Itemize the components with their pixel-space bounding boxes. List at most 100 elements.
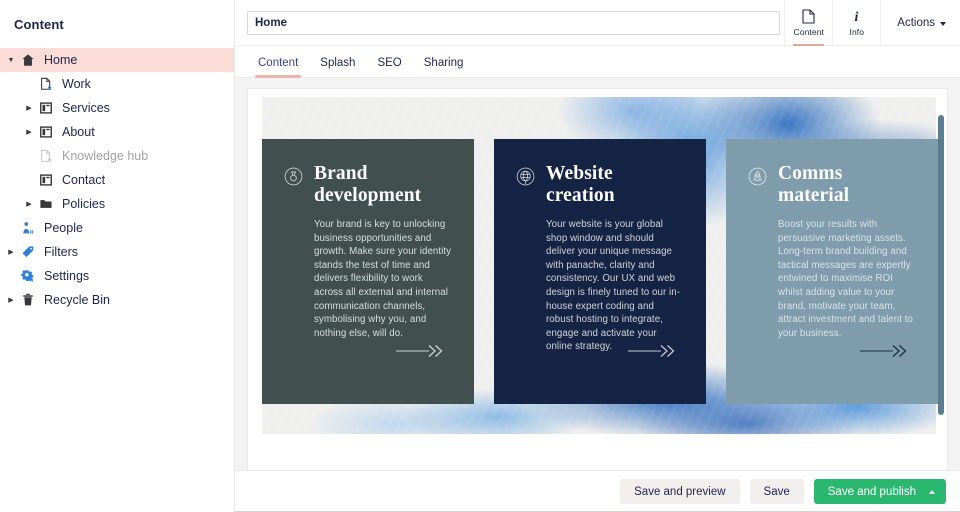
caret-placeholder: ▶ — [22, 177, 36, 184]
app-tab-info[interactable]: i Info — [832, 0, 880, 46]
card-title: Website creation — [546, 163, 684, 207]
topbar-right-group: Content i Info Actions — [784, 0, 960, 46]
page-icon-wrap — [36, 125, 56, 139]
chevron-up-icon — [929, 490, 935, 494]
sidebar-item-label: People — [44, 221, 83, 235]
sidebar-header-label: Content — [14, 17, 64, 32]
sidebar-item-policies[interactable]: ▶ Policies — [0, 192, 234, 216]
card-arrow-wrap[interactable] — [396, 344, 452, 358]
caret-right-icon[interactable]: ▶ — [22, 129, 36, 136]
document-icon — [802, 9, 815, 24]
page-icon — [39, 125, 53, 139]
caret-right-icon[interactable]: ▶ — [4, 249, 18, 256]
sidebar-item-knowledge-hub[interactable]: ▶ Knowledge hub — [0, 144, 234, 168]
sidebar-item-about[interactable]: ▶ About — [0, 120, 234, 144]
sidebar-item-label: Knowledge hub — [62, 149, 148, 163]
page-icon — [39, 101, 53, 115]
card-header: Comms material — [748, 163, 916, 207]
sidebar-item-label: Services — [62, 101, 110, 115]
app-tab-content[interactable]: Content — [784, 0, 832, 46]
caret-placeholder: ▶ — [22, 153, 36, 160]
sidebar-item-label: Settings — [44, 269, 89, 283]
card-header: Website creation — [516, 163, 684, 207]
app-tab-content-label: Content — [794, 27, 824, 37]
sidebar-item-label: Policies — [62, 197, 105, 211]
page-icon-wrap — [36, 101, 56, 115]
caret-placeholder: ▶ — [4, 273, 18, 280]
home-icon-wrap — [18, 53, 38, 67]
trash-icon — [21, 293, 35, 307]
tag-icon-wrap — [18, 245, 38, 259]
card-icon-wrap — [284, 167, 303, 186]
service-card-list: Brand developmentYour brand is key to un… — [262, 139, 938, 404]
sidebar-item-label: Home — [44, 53, 77, 67]
rocket-icon — [748, 167, 767, 186]
preview-canvas: Brand developmentYour brand is key to un… — [247, 88, 948, 470]
tab-label: Content — [258, 57, 298, 69]
tab-sharing[interactable]: Sharing — [413, 57, 475, 77]
card-body-text: Boost your results with persuasive marke… — [778, 218, 916, 340]
card-icon-wrap — [748, 167, 767, 186]
sidebar-item-people[interactable]: ▶ People — [0, 216, 234, 240]
tab-label: Splash — [320, 57, 355, 69]
globe-icon — [516, 167, 535, 186]
save-button[interactable]: Save — [750, 479, 804, 504]
content-tree: ▼ Home▶ Work▶ Services▶ About▶ Kno — [0, 48, 234, 312]
tab-label: Sharing — [424, 57, 464, 69]
sidebar-item-label: Work — [62, 77, 91, 91]
caret-right-icon[interactable]: ▶ — [4, 297, 18, 304]
sidebar-item-home[interactable]: ▼ Home — [0, 48, 234, 72]
canvas-vertical-scrollbar[interactable] — [938, 115, 944, 415]
sidebar-item-label: Contact — [62, 173, 105, 187]
sidebar-item-label: About — [62, 125, 95, 139]
chevron-down-icon — [940, 22, 946, 26]
tab-label: SEO — [377, 57, 401, 69]
arrow-right-chevrons-icon — [396, 344, 452, 358]
editor-topbar: Content i Info Actions — [235, 0, 960, 46]
people-icon — [21, 221, 35, 235]
actions-menu-label: Actions — [897, 17, 935, 29]
save-and-publish-button[interactable]: Save and publish — [814, 479, 946, 504]
arrow-right-chevrons-icon — [628, 344, 684, 358]
service-card[interactable]: Comms material Boost your results with pe… — [726, 139, 938, 404]
page-icon-wrap — [36, 173, 56, 187]
home-icon — [21, 53, 35, 67]
service-card[interactable]: Website creation Your website is your glo… — [494, 139, 706, 404]
node-name-input[interactable] — [247, 11, 780, 35]
page-icon — [39, 173, 53, 187]
card-body-text: Your website is your global shop window … — [546, 218, 684, 354]
save-and-preview-button[interactable]: Save and preview — [620, 479, 739, 504]
caret-down-icon[interactable]: ▼ — [4, 57, 18, 64]
folder-icon-wrap — [36, 197, 56, 211]
tab-seo[interactable]: SEO — [366, 57, 412, 77]
caret-placeholder: ▶ — [22, 81, 36, 88]
card-title: Comms material — [778, 163, 916, 207]
content-tree-sidebar: Content ▼ Home▶ Work▶ Services▶ About▶ — [0, 0, 235, 512]
editor-footer: Save and preview Save Save and publish — [235, 470, 960, 512]
caret-right-icon[interactable]: ▶ — [22, 105, 36, 112]
sidebar-item-contact[interactable]: ▶ Contact — [0, 168, 234, 192]
card-icon-wrap — [516, 167, 535, 186]
actions-menu-button[interactable]: Actions — [880, 0, 960, 46]
sidebar-item-services[interactable]: ▶ Services — [0, 96, 234, 120]
tab-splash[interactable]: Splash — [309, 57, 366, 77]
sidebar-item-recycle-bin[interactable]: ▶ Recycle Bin — [0, 288, 234, 312]
app-tab-info-label: Info — [849, 27, 864, 37]
card-arrow-wrap[interactable] — [860, 344, 916, 358]
card-body-text: Your brand is key to unlocking business … — [314, 218, 452, 340]
gear-icon — [21, 269, 35, 283]
info-icon: i — [850, 9, 863, 24]
tab-content[interactable]: Content — [247, 57, 309, 77]
arrow-right-chevrons-icon — [860, 344, 916, 358]
caret-right-icon[interactable]: ▶ — [22, 201, 36, 208]
document-icon-wrap — [36, 149, 56, 163]
sidebar-item-filters[interactable]: ▶ Filters — [0, 240, 234, 264]
service-card[interactable]: Brand developmentYour brand is key to un… — [262, 139, 474, 404]
editor-tabbar: Content Splash SEO Sharing — [235, 46, 960, 78]
sidebar-item-settings[interactable]: ▶ Settings — [0, 264, 234, 288]
people-icon-wrap — [18, 221, 38, 235]
svg-text:i: i — [855, 10, 859, 24]
card-arrow-wrap[interactable] — [628, 344, 684, 358]
sidebar-item-label: Recycle Bin — [44, 293, 110, 307]
sidebar-item-work[interactable]: ▶ Work — [0, 72, 234, 96]
